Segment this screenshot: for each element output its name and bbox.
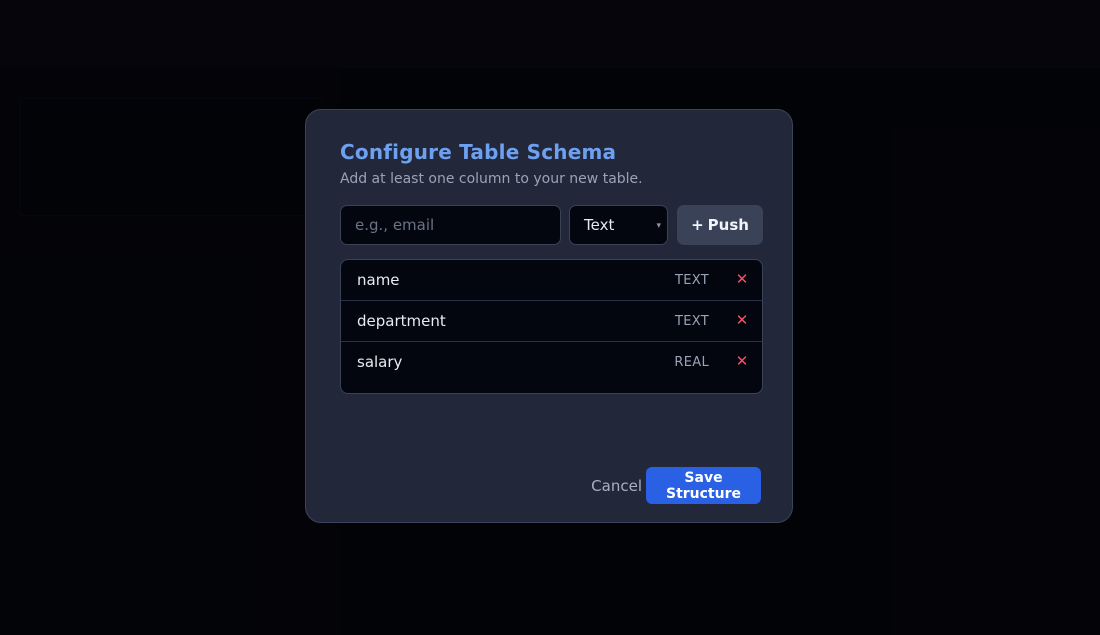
close-icon[interactable]: ✕ — [734, 311, 750, 331]
column-type-selected: Text — [584, 216, 615, 234]
dialog-subtitle: Add at least one column to your new tabl… — [340, 171, 643, 187]
column-type: REAL — [674, 355, 709, 370]
push-button-label: Push — [707, 216, 749, 234]
column-type: TEXT — [675, 314, 709, 329]
cancel-button[interactable]: Cancel — [591, 477, 642, 495]
dialog-title: Configure Table Schema — [340, 140, 617, 164]
column-name: name — [357, 271, 400, 289]
column-type-select[interactable]: Text ▾ — [569, 205, 668, 245]
chevron-down-icon: ▾ — [656, 221, 661, 231]
column-list: name TEXT ✕ department TEXT ✕ salary REA… — [340, 259, 763, 394]
column-row: department TEXT ✕ — [341, 301, 762, 342]
close-icon[interactable]: ✕ — [734, 352, 750, 372]
close-icon[interactable]: ✕ — [734, 270, 750, 290]
column-row: name TEXT ✕ — [341, 260, 762, 301]
column-name: salary — [357, 353, 403, 371]
push-column-button[interactable]: + Push — [677, 205, 763, 245]
plus-icon: + — [691, 216, 704, 234]
column-type: TEXT — [675, 273, 709, 288]
column-row: salary REAL ✕ — [341, 342, 762, 383]
column-name: department — [357, 312, 446, 330]
add-column-row: Text ▾ + Push — [340, 205, 763, 245]
column-name-input[interactable] — [340, 205, 561, 245]
save-structure-button[interactable]: Save Structure — [646, 467, 761, 504]
schema-dialog: Configure Table Schema Add at least one … — [305, 109, 793, 523]
dialog-footer: Cancel Save Structure — [591, 467, 761, 504]
